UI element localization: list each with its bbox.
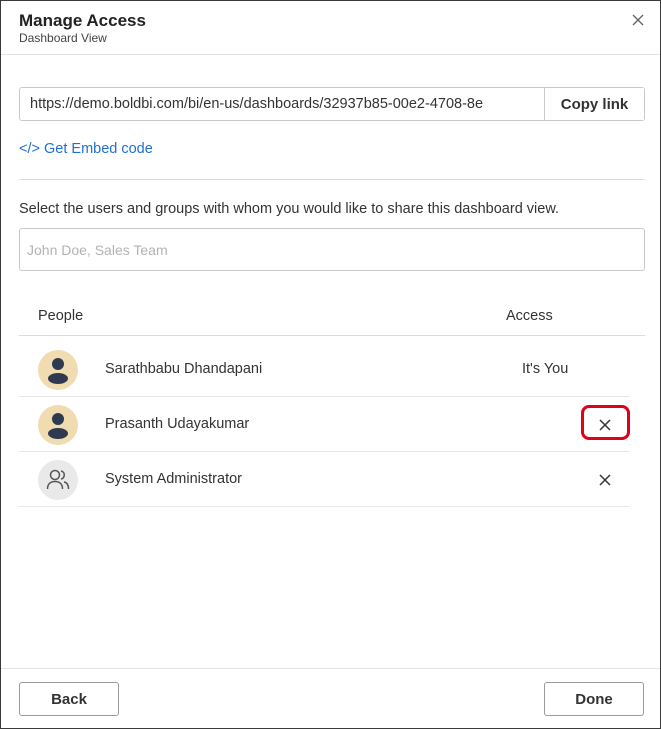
copy-link-button[interactable]: Copy link — [544, 88, 644, 120]
table-row: Prasanth Udayakumar — [19, 397, 630, 452]
column-header-access: Access — [506, 308, 553, 324]
close-icon — [632, 14, 644, 26]
dialog-footer: Back Done — [1, 668, 660, 728]
done-button[interactable]: Done — [544, 682, 644, 716]
remove-icon — [599, 474, 611, 486]
close-button[interactable] — [627, 9, 649, 31]
share-link-field[interactable] — [20, 88, 544, 120]
share-instructions: Select the users and groups with whom yo… — [19, 201, 560, 217]
manage-access-dialog: Manage Access Dashboard View Copy link <… — [0, 0, 661, 729]
group-avatar — [38, 460, 78, 500]
user-avatar — [38, 405, 78, 445]
remove-access-button[interactable] — [595, 470, 615, 490]
dialog-subtitle: Dashboard View — [19, 31, 107, 45]
user-avatar — [38, 350, 78, 390]
highlight-annotation — [581, 405, 630, 440]
access-table-header: People Access — [19, 301, 645, 336]
table-row: System Administrator — [19, 452, 630, 507]
group-icon — [46, 469, 70, 490]
divider — [19, 179, 645, 180]
dialog-header: Manage Access Dashboard View — [1, 1, 660, 55]
table-row: Sarathbabu Dhandapani It's You — [19, 342, 630, 397]
user-avatar-icon — [48, 358, 68, 384]
group-name: System Administrator — [105, 471, 242, 487]
access-label: It's You — [522, 361, 569, 377]
column-header-people: People — [38, 308, 84, 324]
dialog-title: Manage Access — [19, 11, 146, 30]
user-avatar-icon — [48, 413, 68, 439]
share-link-row: Copy link — [19, 87, 645, 121]
back-button[interactable]: Back — [19, 682, 119, 716]
user-name: Prasanth Udayakumar — [105, 416, 250, 432]
get-embed-code-link[interactable]: </> Get Embed code — [19, 141, 153, 157]
user-name: Sarathbabu Dhandapani — [105, 361, 263, 377]
user-group-search-input[interactable] — [19, 228, 645, 271]
